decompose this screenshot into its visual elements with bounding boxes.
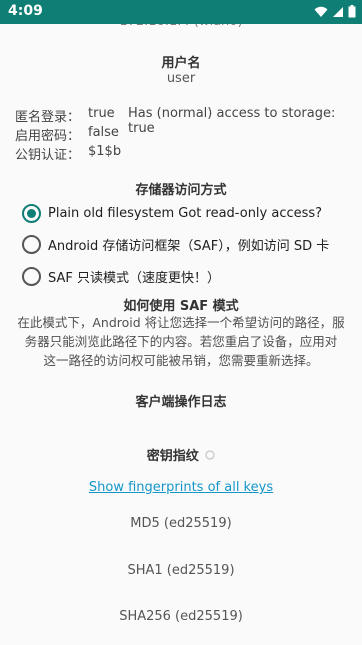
username-value: user [166,71,196,86]
auth-info: 匿名登录： true 启用密码： false 公钥认证： $1$b [8,106,121,163]
saf-help-line: 这一路径的访问权可能被吊销，您需要重新选择。 [43,353,319,368]
info-row-password: 启用密码： false [8,125,121,144]
info-value: $1$b [88,144,122,159]
wifi-icon [314,6,328,18]
radio-label: Android 存储访问框架（SAF），例如访问 SD 卡 [48,238,330,254]
storage-mode-title: 存储器访问方式 [135,183,227,198]
status-time: 4:09 [8,3,43,19]
info-row-pubkey: 公钥认证： $1$b [8,144,121,163]
username-title: 用户名 [161,56,201,71]
fingerprints-title: 密钥指纹 [146,449,199,464]
fingerprint-sha1: SHA1 (ed25519) [127,563,235,578]
radio-label: SAF 只读模式（速度更快！） [48,270,220,286]
show-all-fingerprints-link[interactable]: Show fingerprints of all keys [0,480,362,495]
info-row-anonymous: 匿名登录： true [8,106,121,125]
info-value: true [88,106,115,121]
radio-saf-readonly[interactable]: SAF 只读模式（速度更快！） [22,264,220,288]
saf-help-title: 如何使用 SAF 模式 [123,299,239,314]
fingerprint-sha256: SHA256 (ed25519) [119,609,243,624]
radio-plain-filesystem[interactable]: Plain old filesystem Got read-only acces… [22,201,322,225]
fingerprints-header: 密钥指纹 [0,445,362,464]
radio-checked-icon[interactable] [22,203,41,223]
info-value: false [88,125,119,140]
status-bar: 4:09 [0,0,362,24]
info-key: 匿名登录： [14,110,80,125]
fingerprint-md5: MD5 (ed25519) [130,516,232,531]
radio-unchecked-icon[interactable] [22,266,41,286]
saf-help-line: 务器只能浏览此路径下的内容。若您重启了设备，应用对 [24,334,338,349]
key-icon [205,449,216,464]
radio-saf[interactable]: Android 存储访问框架（SAF），例如访问 SD 卡 [22,232,329,256]
status-icons [314,5,356,18]
info-key: 启用密码： [14,129,80,144]
signal-icon [332,6,344,18]
radio-unchecked-icon[interactable] [22,234,41,254]
saf-help-paragraph: 在此模式下，Android 将让您选择一个希望访问的路径，服 务器只能浏览此路径… [0,313,362,370]
saf-help-line: 在此模式下，Android 将让您选择一个希望访问的路径，服 [17,315,345,330]
info-key: 公钥认证： [14,148,80,163]
scroll-content[interactable]: 172.16.1.4 (wlan0) 用户名 user 匿名登录： true 启… [0,0,362,645]
battery-icon [348,5,356,18]
radio-label: Plain old filesystem Got read-only acces… [48,205,323,221]
storage-access-text: Has (normal) access to storage: true [128,106,336,136]
client-log-title: 客户端操作日志 [135,395,227,410]
